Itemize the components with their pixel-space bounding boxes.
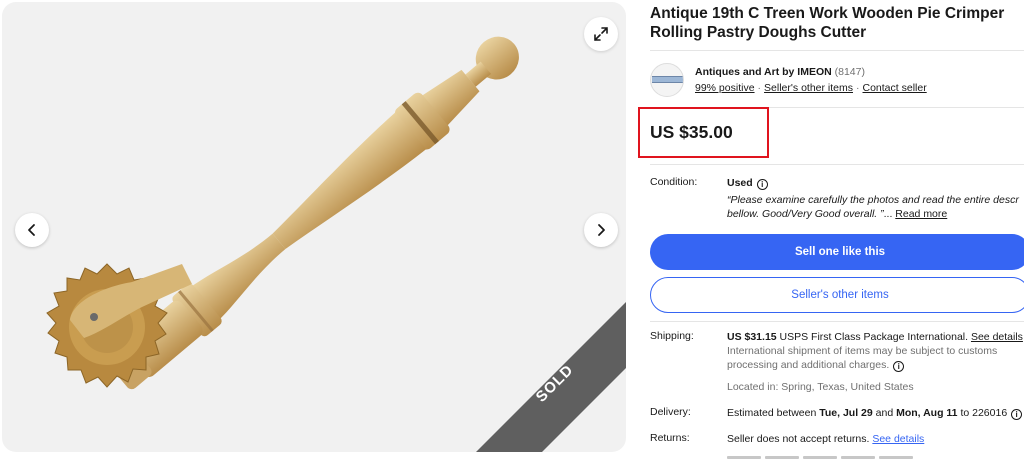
delivery-start-date: Tue, Jul 29 <box>819 407 873 419</box>
divider <box>650 321 1024 322</box>
product-photo <box>46 36 519 390</box>
item-title-line1: Antique 19th C Treen Work Wooden Pie Cri… <box>650 5 1005 22</box>
returns-label: Returns: <box>650 432 690 444</box>
item-location: Located in: Spring, Texas, United States <box>727 381 914 393</box>
shipping-label: Shipping: <box>650 330 694 342</box>
listing-page: SOLD Antique 19th C Treen Work Wooden Pi… <box>0 0 1024 460</box>
sell-one-like-this-button[interactable]: Sell one like this <box>650 234 1024 270</box>
divider <box>650 50 1024 51</box>
condition-label: Condition: <box>650 176 698 188</box>
sellers-other-items-button[interactable]: Seller's other items <box>650 277 1024 313</box>
image-gallery[interactable]: SOLD <box>2 2 626 452</box>
shipping-value: US $31.15 USPS First Class Package Inter… <box>727 330 1024 372</box>
expand-button[interactable] <box>584 17 618 51</box>
condition-ellipsis: ... <box>883 208 893 220</box>
delivery-end-date: Mon, Aug 11 <box>896 407 958 419</box>
returns-text: Seller does not accept returns. <box>727 433 873 445</box>
contact-seller-link[interactable]: Contact seller <box>863 82 927 94</box>
seller-positive-link[interactable]: 99% positive <box>695 82 755 94</box>
item-title: Antique 19th C Treen Work Wooden Pie Cri… <box>650 4 1024 42</box>
payment-icon-placeholder <box>765 456 799 459</box>
seller-feedback-count: (8147) <box>834 66 865 78</box>
info-icon[interactable]: i <box>756 179 768 190</box>
info-icon[interactable]: i <box>893 361 905 372</box>
condition-status: Used <box>727 177 753 189</box>
payment-icon-placeholder <box>727 456 761 459</box>
condition-description-line2: bellow. Good/Very Good overall. ” <box>727 208 884 220</box>
delivery-prefix: Estimated between <box>727 407 820 419</box>
shipping-details-link[interactable]: See details <box>971 331 1023 343</box>
delivery-suffix: to 226016 <box>957 407 1008 419</box>
info-icon[interactable]: i <box>1011 409 1023 420</box>
returns-details-link[interactable]: See details <box>872 433 924 445</box>
chevron-right-icon <box>598 224 605 236</box>
seller-name[interactable]: Antiques and Art by IMEON (8147) <box>695 66 865 78</box>
item-title-line2: Rolling Pastry Doughs Cutter <box>650 24 867 41</box>
seller-avatar[interactable] <box>650 63 684 97</box>
customs-note-line1: International shipment of items may be s… <box>727 345 998 357</box>
item-price: US $35.00 <box>650 122 733 142</box>
customs-note-line2: processing and additional charges. <box>727 359 890 371</box>
read-more-link[interactable]: Read more <box>895 208 947 220</box>
divider <box>650 164 1024 165</box>
seller-links: 99% positive · Seller's other items · Contac… <box>695 82 927 94</box>
payment-icon-placeholder <box>803 456 837 459</box>
shipping-method: USPS First Class Package International. <box>776 331 971 343</box>
returns-value: Seller does not accept returns. See deta… <box>727 432 1024 446</box>
delivery-and: and <box>872 407 897 419</box>
seller-store-name[interactable]: Antiques and Art by IMEON <box>695 66 832 78</box>
chevron-left-icon <box>28 224 35 236</box>
delivery-label: Delivery: <box>650 406 691 418</box>
expand-icon <box>594 27 608 41</box>
seller-other-items-link[interactable]: Seller's other items <box>764 82 853 94</box>
item-details: Antique 19th C Treen Work Wooden Pie Cri… <box>638 0 1024 460</box>
shipping-cost: US $31.15 <box>727 331 777 343</box>
condition-value: Used i “Please examine carefully the phot… <box>727 176 1024 221</box>
delivery-value: Estimated between Tue, Jul 29 and Mon, A… <box>727 406 1024 420</box>
payment-icon-placeholder <box>841 456 875 459</box>
condition-description-line1: “Please examine carefully the photos and… <box>727 194 1019 206</box>
previous-image-button[interactable] <box>15 213 49 247</box>
payment-icon-placeholder <box>879 456 913 459</box>
next-image-button[interactable] <box>584 213 618 247</box>
